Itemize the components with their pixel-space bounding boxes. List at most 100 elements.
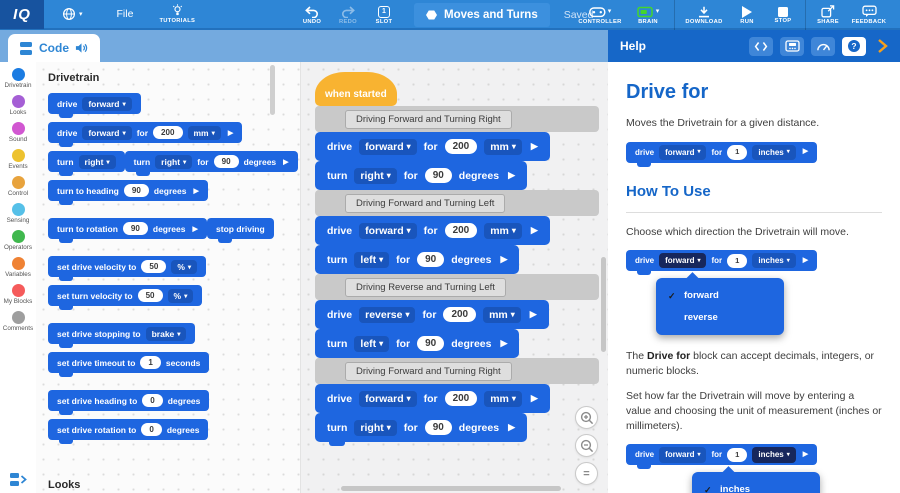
block-expand-arrow[interactable]: ▶: [803, 147, 808, 157]
block-dropdown[interactable]: mm▾: [188, 126, 221, 140]
block-dropdown[interactable]: left▾: [354, 252, 389, 268]
block-number-input[interactable]: 200: [445, 223, 478, 238]
code-block[interactable]: turn to heading90degrees▶: [48, 180, 208, 201]
block-dropdown[interactable]: inches▾: [752, 447, 795, 462]
block-dropdown[interactable]: inches▾: [752, 145, 795, 160]
category-my-blocks[interactable]: My Blocks: [0, 281, 36, 308]
block-dropdown[interactable]: left▾: [354, 336, 389, 352]
block-number-input[interactable]: 200: [445, 391, 478, 406]
block-number-input[interactable]: 1: [727, 448, 747, 463]
tutorials-button[interactable]: TUTORIALS: [159, 4, 195, 24]
comment-block[interactable]: Driving Forward and Turning Right: [315, 358, 599, 384]
controller-button[interactable]: ▾ CONTROLLER: [574, 0, 626, 30]
code-block[interactable]: driveforward▾for200mm▾▶: [48, 122, 242, 143]
code-block[interactable]: driveforward▾for200mm▾▶: [315, 384, 550, 413]
block-expand-arrow[interactable]: ▶: [501, 254, 508, 265]
code-block[interactable]: driveforward▾for1inches▾▶: [626, 250, 817, 271]
block-number-input[interactable]: 90: [417, 252, 444, 267]
block-number-input[interactable]: 0: [142, 394, 162, 407]
brain-button[interactable]: ▾ BRAIN: [626, 0, 670, 30]
palette-scrollbar[interactable]: [270, 65, 275, 115]
block-number-input[interactable]: 90: [425, 420, 452, 435]
block-number-input[interactable]: 90: [214, 155, 239, 168]
code-block[interactable]: drivereverse▾for200mm▾▶: [315, 300, 549, 329]
code-block[interactable]: set drive timeout to1seconds: [48, 352, 209, 373]
block-number-input[interactable]: 200: [153, 126, 182, 139]
undo-button[interactable]: UNDO: [294, 0, 330, 30]
code-block[interactable]: driveforward▾for200mm▾▶: [315, 132, 550, 161]
block-dropdown[interactable]: %▾: [168, 289, 194, 303]
block-number-input[interactable]: 90: [123, 222, 148, 235]
block-dropdown[interactable]: forward▾: [659, 447, 706, 462]
feedback-button[interactable]: FEEDBACK: [846, 0, 892, 30]
code-block[interactable]: turnright▾for90degrees▶: [315, 413, 527, 442]
block-dropdown[interactable]: right▾: [354, 420, 396, 436]
block-dropdown[interactable]: brake▾: [146, 327, 187, 341]
block-number-input[interactable]: 1: [727, 254, 747, 269]
collapse-panel-chevron[interactable]: [877, 38, 888, 54]
block-expand-arrow[interactable]: ▶: [228, 128, 234, 137]
file-menu[interactable]: File: [117, 8, 134, 20]
category-sound[interactable]: Sound: [0, 119, 36, 146]
code-block[interactable]: turnright▾: [48, 151, 125, 172]
menu-item-inches[interactable]: ✓inches: [692, 479, 820, 493]
speaker-icon[interactable]: [75, 42, 88, 54]
block-number-input[interactable]: 90: [425, 168, 452, 183]
project-name-button[interactable]: Moves and Turns: [414, 3, 550, 27]
code-block[interactable]: turnleft▾for90degrees▶: [315, 245, 519, 274]
block-dropdown[interactable]: reverse▾: [359, 307, 415, 323]
code-block[interactable]: turnleft▾for90degrees▶: [315, 329, 519, 358]
code-block[interactable]: turnright▾for90degrees▶: [315, 161, 527, 190]
block-dropdown[interactable]: forward▾: [659, 145, 706, 160]
block-number-input[interactable]: 1: [727, 145, 747, 160]
menu-item-forward[interactable]: ✓forward: [656, 285, 784, 306]
block-expand-arrow[interactable]: ▶: [803, 450, 808, 460]
block-expand-arrow[interactable]: ▶: [508, 422, 515, 433]
block-expand-arrow[interactable]: ▶: [501, 338, 508, 349]
comment-block[interactable]: Driving Reverse and Turning Left: [315, 274, 599, 300]
block-expand-arrow[interactable]: ▶: [192, 224, 198, 233]
tab-code[interactable]: Code: [8, 34, 100, 62]
help-button[interactable]: ?: [842, 37, 866, 56]
download-button[interactable]: DOWNLOAD: [679, 0, 729, 30]
block-dropdown[interactable]: forward▾: [82, 126, 131, 140]
code-block[interactable]: turn to rotation90degrees▶: [48, 218, 207, 239]
block-dropdown[interactable]: forward▾: [359, 223, 416, 239]
zoom-in-button[interactable]: [575, 406, 598, 429]
code-block[interactable]: driveforward▾: [48, 93, 141, 114]
when-started-hat-block[interactable]: when started: [315, 72, 397, 106]
block-number-input[interactable]: 200: [445, 139, 478, 154]
block-dropdown[interactable]: forward▾: [659, 253, 706, 268]
block-number-input[interactable]: 90: [417, 336, 444, 351]
category-sensing[interactable]: Sensing: [0, 200, 36, 227]
code-block[interactable]: set turn velocity to50%▾: [48, 285, 202, 306]
block-expand-arrow[interactable]: ▶: [508, 170, 515, 181]
code-block[interactable]: driveforward▾for1inches▾▶: [626, 444, 817, 465]
block-expand-arrow[interactable]: ▶: [531, 393, 538, 404]
block-number-input[interactable]: 200: [443, 307, 476, 322]
block-expand-arrow[interactable]: ▶: [803, 256, 808, 266]
language-menu[interactable]: ▾: [62, 7, 83, 21]
block-number-input[interactable]: 0: [141, 423, 161, 436]
category-drivetrain[interactable]: Drivetrain: [0, 65, 36, 92]
category-control[interactable]: Control: [0, 173, 36, 200]
block-number-input[interactable]: 90: [124, 184, 149, 197]
block-dropdown[interactable]: forward▾: [359, 391, 416, 407]
category-looks[interactable]: Looks: [0, 92, 36, 119]
canvas-vertical-scrollbar[interactable]: [601, 257, 606, 352]
workspace-canvas[interactable]: when started Driving Forward and Turning …: [300, 62, 608, 493]
code-block[interactable]: set drive stopping tobrake▾: [48, 323, 195, 344]
block-dropdown[interactable]: forward▾: [82, 97, 131, 111]
category-variables[interactable]: Variables: [0, 254, 36, 281]
block-dropdown[interactable]: mm▾: [484, 223, 522, 239]
code-block[interactable]: set drive heading to0degrees: [48, 390, 209, 411]
block-number-input[interactable]: 1: [140, 356, 160, 369]
block-dropdown[interactable]: right▾: [155, 155, 192, 169]
code-block[interactable]: stop driving: [207, 218, 274, 239]
comment-block[interactable]: Driving Forward and Turning Left: [315, 190, 599, 216]
block-number-input[interactable]: 50: [138, 289, 163, 302]
reset-zoom-button[interactable]: =: [575, 462, 598, 485]
category-operators[interactable]: Operators: [0, 227, 36, 254]
code-block[interactable]: driveforward▾for200mm▾▶: [315, 216, 550, 245]
code-block[interactable]: set drive rotation to0degrees: [48, 419, 208, 440]
